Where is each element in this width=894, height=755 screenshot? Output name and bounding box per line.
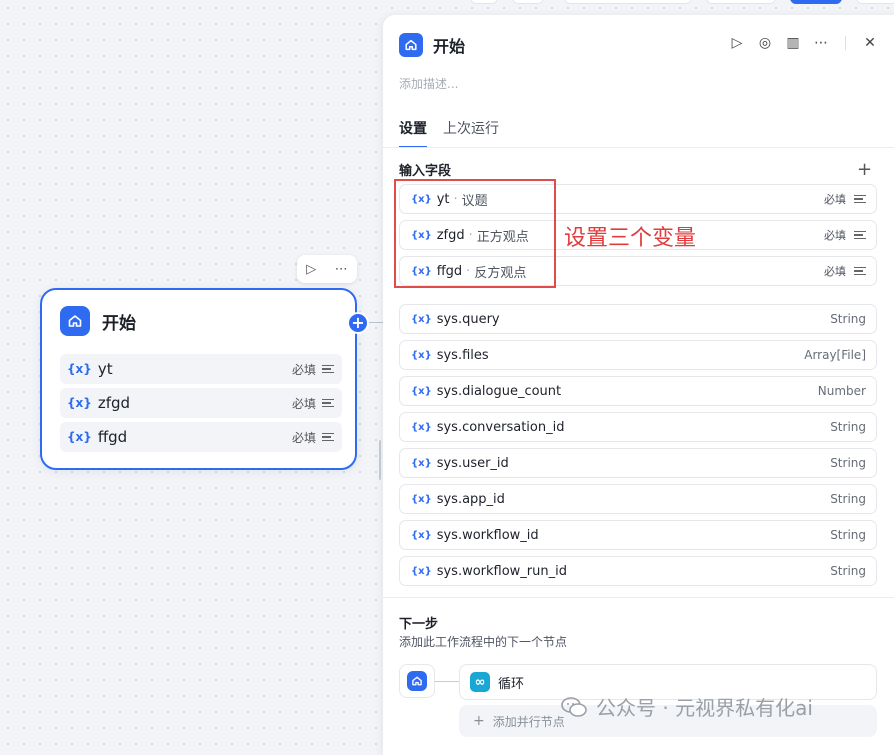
variable-icon: {x} xyxy=(411,565,432,577)
sys-var-type: String xyxy=(830,312,866,326)
sys-var-type: Number xyxy=(817,384,866,398)
edge-connector xyxy=(369,322,383,323)
text-type-icon xyxy=(854,265,866,278)
text-type-icon xyxy=(854,193,866,206)
required-label: 必填 xyxy=(824,193,846,206)
text-type-icon xyxy=(322,397,334,410)
publish-button[interactable] xyxy=(790,0,842,4)
node-config-panel: 开始 ▷ ◎ ▥ ⋯ ✕ 添加描述... 设置 上次运行 输入字段 + {x} … xyxy=(383,15,894,755)
start-node[interactable]: 开始 {x} yt 必填 {x} zfgd 必填 {x} ffgd 必填 xyxy=(40,288,357,470)
more-icon[interactable]: ⋯ xyxy=(807,35,835,51)
variable-icon: {x} xyxy=(67,362,92,376)
divider xyxy=(383,147,894,148)
variable-icon: {x} xyxy=(411,349,432,361)
text-type-icon xyxy=(322,363,334,376)
add-next-node-handle[interactable]: + xyxy=(347,312,369,334)
variable-icon: {x} xyxy=(411,385,432,397)
sys-var-name: sys.conversation_id xyxy=(436,419,565,435)
tab-last-run[interactable]: 上次运行 xyxy=(443,118,499,148)
sys-var-type: String xyxy=(830,564,866,578)
required-label: 必填 xyxy=(824,265,846,278)
toolbar-button[interactable] xyxy=(470,0,498,4)
plus-icon: + xyxy=(473,713,485,729)
system-variable-row: {x} sys.workflow_run_id String xyxy=(399,556,877,586)
sys-var-name: sys.user_id xyxy=(436,455,509,471)
watermark-text: 公众号 · 元视界私有化ai xyxy=(596,696,813,720)
divider xyxy=(383,597,894,598)
node-var-row: {x} yt 必填 xyxy=(60,354,342,384)
node-var-row: {x} zfgd 必填 xyxy=(60,388,342,418)
toolbar-button[interactable] xyxy=(512,0,544,4)
node-title: 开始 xyxy=(102,313,136,334)
variable-icon: {x} xyxy=(411,313,432,325)
system-variable-row: {x} sys.query String xyxy=(399,304,877,334)
home-icon xyxy=(60,306,90,336)
annotation-highlight-box xyxy=(394,179,556,288)
variable-icon: {x} xyxy=(67,396,92,410)
edge-connector xyxy=(435,681,459,682)
toolbar-button[interactable] xyxy=(706,0,776,4)
tab-settings[interactable]: 设置 xyxy=(399,118,427,148)
toolbar-button[interactable] xyxy=(564,0,692,4)
required-label: 必填 xyxy=(824,229,846,242)
sys-var-type: String xyxy=(830,420,866,434)
wechat-icon xyxy=(561,696,587,717)
variable-icon: {x} xyxy=(411,493,432,505)
variable-icon: {x} xyxy=(411,529,432,541)
docs-icon[interactable]: ▥ xyxy=(779,35,807,51)
input-fields-title: 输入字段 xyxy=(399,164,452,179)
required-label: 必填 xyxy=(291,396,316,411)
variable-icon: {x} xyxy=(411,421,432,433)
sys-var-type: String xyxy=(830,456,866,470)
system-variable-row: {x} sys.dialogue_count Number xyxy=(399,376,877,406)
next-node-label: 循环 xyxy=(498,676,525,692)
variable-icon: {x} xyxy=(411,457,432,469)
sys-var-name: sys.app_id xyxy=(436,491,505,507)
var-name: zfgd xyxy=(97,394,131,412)
required-label: 必填 xyxy=(291,362,316,377)
node-var-row: {x} ffgd 必填 xyxy=(60,422,342,452)
loop-icon: ∞ xyxy=(470,672,490,692)
panel-resize-handle[interactable] xyxy=(379,440,381,480)
sys-var-name: sys.files xyxy=(436,347,489,363)
system-variable-row: {x} sys.workflow_id String xyxy=(399,520,877,550)
watermark: 公众号 · 元视界私有化ai xyxy=(560,692,813,721)
system-variable-row: {x} sys.user_id String xyxy=(399,448,877,478)
description-input[interactable]: 添加描述... xyxy=(399,75,458,92)
sys-var-type: String xyxy=(830,528,866,542)
system-variable-row: {x} sys.files Array[File] xyxy=(399,340,877,370)
locate-icon[interactable]: ◎ xyxy=(751,35,779,51)
home-icon xyxy=(399,33,423,57)
sys-var-name: sys.workflow_id xyxy=(436,527,539,543)
divider xyxy=(845,36,846,50)
next-step-title: 下一步 xyxy=(399,617,439,632)
toolbar-button[interactable] xyxy=(856,0,894,4)
system-variable-row: {x} sys.conversation_id String xyxy=(399,412,877,442)
add-parallel-label: 添加并行节点 xyxy=(492,714,565,729)
node-action-bar: ▷ ⋯ xyxy=(297,255,357,283)
var-name: ffgd xyxy=(97,428,128,446)
sys-var-name: sys.dialogue_count xyxy=(436,383,562,399)
add-field-icon[interactable]: + xyxy=(857,159,872,180)
required-label: 必填 xyxy=(291,430,316,445)
sys-var-name: sys.query xyxy=(436,311,500,327)
sys-var-type: Array[File] xyxy=(804,348,866,362)
sys-var-type: String xyxy=(830,492,866,506)
var-name: yt xyxy=(97,360,113,378)
sys-var-name: sys.workflow_run_id xyxy=(436,563,567,579)
current-node-chip xyxy=(399,664,435,698)
more-icon[interactable]: ⋯ xyxy=(335,262,348,277)
next-step-subtitle: 添加此工作流程中的下一个节点 xyxy=(399,635,568,649)
home-icon xyxy=(407,671,427,691)
system-variable-row: {x} sys.app_id String xyxy=(399,484,877,514)
close-icon[interactable]: ✕ xyxy=(856,35,884,51)
text-type-icon xyxy=(854,229,866,242)
annotation-text: 设置三个变量 xyxy=(564,226,697,251)
panel-title[interactable]: 开始 xyxy=(433,33,465,57)
text-type-icon xyxy=(322,431,334,444)
run-node-icon[interactable]: ▷ xyxy=(306,262,316,277)
run-icon[interactable]: ▷ xyxy=(723,35,751,51)
variable-icon: {x} xyxy=(67,430,92,444)
